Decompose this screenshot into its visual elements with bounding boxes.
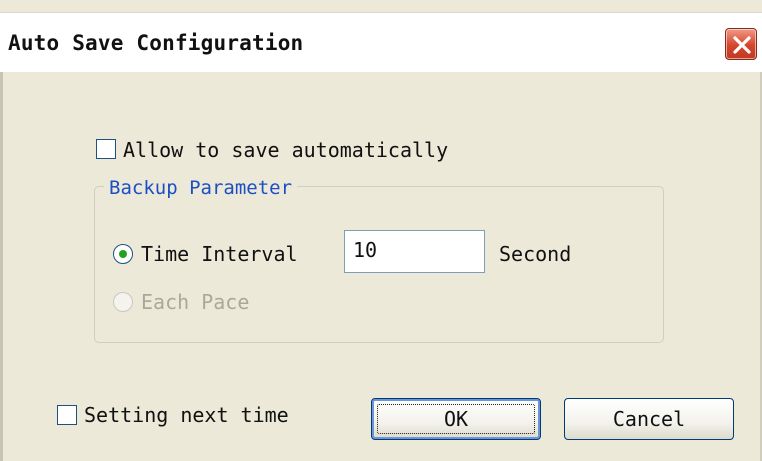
close-button[interactable] bbox=[725, 28, 757, 60]
interval-value-input[interactable]: 10 bbox=[344, 230, 485, 273]
ok-button-label: OK bbox=[443, 407, 469, 431]
each-pace-radio bbox=[113, 292, 133, 312]
allow-auto-save-label[interactable]: Allow to save automatically bbox=[123, 138, 448, 162]
radio-selected-dot bbox=[119, 250, 127, 258]
auto-save-dialog: Auto Save Configuration Allow to save au… bbox=[0, 0, 762, 461]
dialog-title: Auto Save Configuration bbox=[8, 31, 304, 55]
title-bar[interactable]: Auto Save Configuration bbox=[0, 12, 762, 72]
time-interval-radio[interactable] bbox=[113, 244, 133, 264]
time-interval-label[interactable]: Time Interval bbox=[141, 242, 298, 266]
allow-auto-save-checkbox[interactable] bbox=[96, 139, 116, 159]
interval-unit-label: Second bbox=[499, 242, 572, 266]
close-icon bbox=[733, 36, 751, 54]
backup-parameter-legend: Backup Parameter bbox=[104, 176, 298, 200]
setting-next-time-checkbox[interactable] bbox=[57, 405, 77, 425]
cancel-button-label: Cancel bbox=[612, 407, 686, 431]
cancel-button[interactable]: Cancel bbox=[564, 398, 734, 440]
each-pace-label: Each Pace bbox=[141, 290, 250, 314]
ok-button[interactable]: OK bbox=[371, 398, 541, 440]
window-frame-left bbox=[0, 72, 3, 461]
setting-next-time-label[interactable]: Setting next time bbox=[84, 403, 289, 427]
